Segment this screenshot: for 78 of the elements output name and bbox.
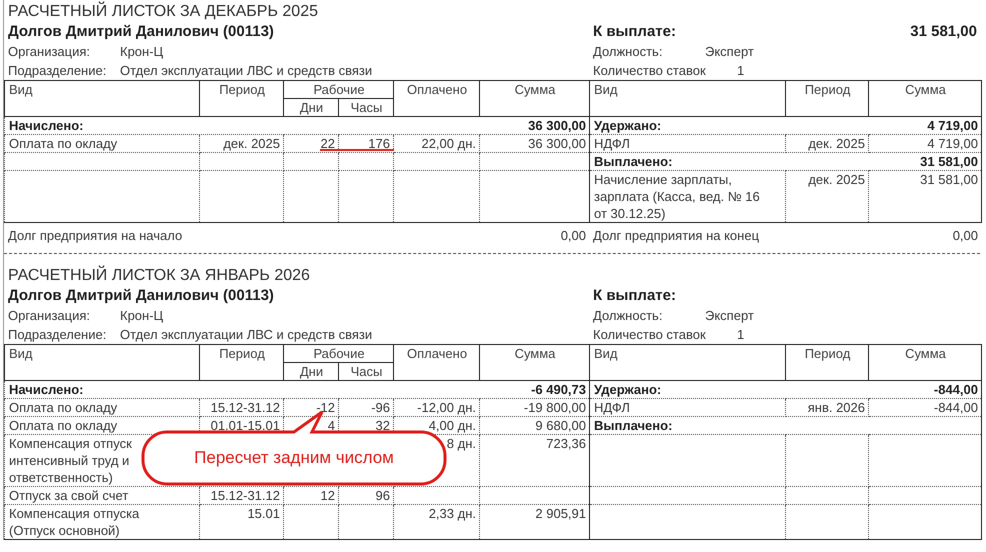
accrual-type: Оплата по окладу	[4, 134, 200, 152]
table-cell: -844,00	[868, 398, 982, 416]
table-cell: 96	[338, 486, 394, 504]
column-header: Дни	[284, 98, 338, 116]
info-value: 1	[737, 326, 744, 344]
info-value: Крон-Ц	[120, 43, 164, 61]
column-header: Сумма	[868, 80, 982, 116]
column-header: Оплачено	[394, 344, 480, 380]
column-header: Вид	[590, 344, 786, 380]
info-label: Должность:	[593, 307, 664, 325]
column-header: Вид	[4, 344, 200, 380]
info-value: Эксперт	[705, 43, 754, 61]
column-header: Вид	[4, 80, 200, 116]
employee-name: Долгов Дмитрий Данилович (00113)	[7, 286, 275, 306]
section-label: Удержано:	[590, 116, 868, 134]
section-label: Удержано:	[590, 380, 868, 398]
column-header: Сумма	[480, 344, 590, 380]
column-header: Сумма	[868, 344, 982, 380]
accrual-type: НДФЛ	[590, 398, 786, 416]
column-header: Период	[786, 80, 868, 116]
debt-value: 0,00	[952, 227, 978, 245]
section-total: 4 719,00	[868, 116, 982, 134]
section-label: Выплачено:	[590, 416, 868, 434]
to-pay-label: К выплате:	[593, 22, 676, 42]
payslip-title: РАСЧЕТНЫЙ ЛИСТОК ЗА ДЕКАБРЬ 2025	[7, 0, 319, 22]
accrual-type: Начисление зарплаты, зарплата (Касса, вед. № 16 от 30.12.25)	[590, 170, 786, 222]
table-cell: 4 719,00	[868, 134, 982, 152]
column-header: Вид	[590, 80, 786, 116]
info-label: Подразделение:	[8, 326, 108, 344]
table-cell: 22,00 дн.	[394, 134, 480, 152]
info-label: Организация:	[8, 307, 92, 325]
debt-label: Долг предприятия на начало	[8, 227, 182, 245]
table-cell: -12,00 дн.	[394, 398, 480, 416]
table-cell: дек. 2025	[200, 134, 284, 152]
table-cell: 15.12-31.12	[200, 486, 284, 504]
column-header: Период	[200, 344, 284, 380]
to-pay-label: К выплате:	[593, 286, 676, 306]
section-label: Начислено:	[4, 116, 480, 134]
info-value: Отдел эксплуатации ЛВС и средств связи	[120, 62, 372, 80]
column-header: Дни	[284, 362, 338, 380]
column-header: Рабочие	[284, 80, 394, 98]
employee-name: Долгов Дмитрий Данилович (00113)	[7, 22, 275, 42]
table-cell: дек. 2025	[786, 134, 868, 152]
table-cell: 15.01	[200, 504, 284, 540]
column-header: Период	[786, 344, 868, 380]
info-label: Количество ставок	[593, 326, 707, 344]
info-value: Эксперт	[705, 307, 754, 325]
accrual-type: Отпуск за свой счет	[4, 486, 200, 504]
table-cell: 12	[284, 486, 338, 504]
column-header: Оплачено	[394, 80, 480, 116]
table-cell: -96	[338, 398, 394, 416]
table-cell: янв. 2026	[786, 398, 868, 416]
table-cell: 15.12-31.12	[200, 398, 284, 416]
debt-value: 0,00	[560, 227, 586, 245]
table-cell: 31 581,00	[868, 170, 982, 222]
section-total: -844,00	[868, 380, 982, 398]
to-pay-amount: 31 581,00	[910, 22, 977, 42]
column-header: Рабочие	[284, 344, 394, 362]
section-label: Выплачено:	[590, 152, 868, 170]
accrual-type: Оплата по окладу	[4, 398, 200, 416]
info-value: Крон-Ц	[120, 307, 164, 325]
accrual-type: НДФЛ	[590, 134, 786, 152]
section-label: Начислено:	[4, 380, 480, 398]
column-header: Период	[200, 80, 284, 116]
info-value: 1	[737, 62, 744, 80]
debt-label: Долг предприятия на конец	[593, 227, 760, 245]
info-label: Организация:	[8, 43, 92, 61]
info-value: Отдел эксплуатации ЛВС и средств связи	[120, 326, 372, 344]
info-label: Количество ставок	[593, 62, 707, 80]
column-header: Сумма	[480, 80, 590, 116]
table-cell: 2,33 дн.	[394, 504, 480, 540]
section-total: 31 581,00	[868, 152, 982, 170]
info-label: Должность:	[593, 43, 664, 61]
info-label: Подразделение:	[8, 62, 108, 80]
table-cell: 176	[338, 134, 394, 152]
payslip-title: РАСЧЕТНЫЙ ЛИСТОК ЗА ЯНВАРЬ 2026	[7, 264, 311, 286]
accrual-type: Компенсация отпуска (Отпуск основной)	[4, 504, 200, 540]
table-cell: дек. 2025	[786, 170, 868, 222]
